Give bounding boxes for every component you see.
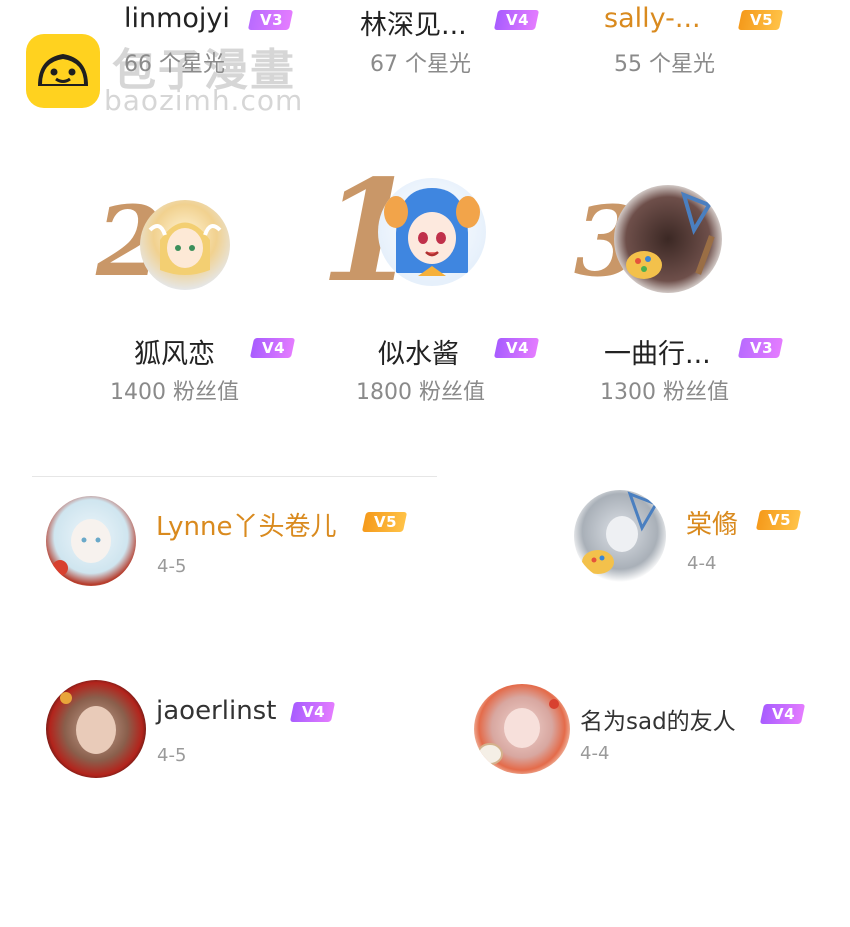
date-text: 4-4 bbox=[580, 743, 610, 764]
stat-text: 1400 粉丝值 bbox=[110, 380, 239, 405]
level-badge: V5 bbox=[755, 510, 802, 530]
watermark-url: baozimh.com bbox=[104, 84, 304, 117]
section-divider bbox=[32, 476, 437, 477]
date-text: 4-5 bbox=[157, 556, 187, 577]
level-badge: V3 bbox=[737, 338, 784, 358]
level-badge: V4 bbox=[759, 704, 806, 724]
user-name: 似水酱 bbox=[378, 339, 459, 370]
level-badge: V3 bbox=[247, 10, 294, 30]
user-name: 一曲行... bbox=[604, 339, 711, 370]
user-name: linmojyi bbox=[124, 3, 230, 34]
bun-icon bbox=[38, 54, 88, 86]
user-name: 狐风恋 bbox=[134, 339, 215, 370]
user-name: 名为sad的友人 bbox=[580, 709, 736, 735]
user-name: 棠翛 bbox=[686, 510, 739, 540]
avatar bbox=[378, 178, 486, 286]
stat-text: 1300 粉丝值 bbox=[600, 380, 729, 405]
user-name: jaoerlinst bbox=[156, 696, 277, 726]
user-name: Lynne丫头卷儿 bbox=[156, 512, 337, 542]
level-badge: V4 bbox=[249, 338, 296, 358]
watermark-logo bbox=[26, 34, 100, 108]
avatar bbox=[614, 185, 722, 293]
level-badge: V5 bbox=[737, 10, 784, 30]
stat-text: 1800 粉丝值 bbox=[356, 380, 485, 405]
date-text: 4-5 bbox=[157, 745, 187, 766]
avatar bbox=[46, 496, 136, 586]
stat-text: 55 个星光 bbox=[614, 52, 715, 77]
level-badge: V4 bbox=[493, 10, 540, 30]
level-badge: V4 bbox=[289, 702, 336, 722]
stat-text: 67 个星光 bbox=[370, 52, 471, 77]
user-name: sally-... bbox=[604, 3, 701, 34]
avatar bbox=[574, 490, 666, 582]
avatar bbox=[474, 684, 570, 774]
date-text: 4-4 bbox=[687, 553, 717, 574]
level-badge: V4 bbox=[493, 338, 540, 358]
avatar bbox=[140, 200, 230, 290]
level-badge: V5 bbox=[361, 512, 408, 532]
user-name: 林深见... bbox=[360, 10, 467, 41]
avatar bbox=[46, 680, 146, 778]
stat-text: 66 个星光 bbox=[124, 52, 225, 77]
